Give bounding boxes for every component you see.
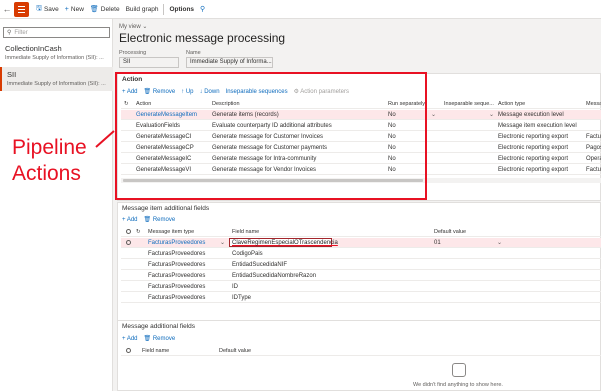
column-header[interactable]: Message item type — [145, 227, 225, 237]
chevron-down-icon[interactable]: ⌄ — [428, 110, 436, 120]
delete-button[interactable]: 🗑 Delete — [87, 0, 123, 19]
row-radio[interactable] — [123, 238, 133, 248]
search-icon[interactable]: ⚲ — [197, 0, 208, 19]
annotation-highlight-box — [115, 72, 427, 200]
add-button[interactable]: + Add — [122, 336, 138, 342]
add-button[interactable]: + Add — [122, 217, 138, 223]
name-field: Immediate Supply of Informa... — [186, 57, 273, 68]
table-row[interactable]: FacturasProveedores ID — [121, 282, 601, 292]
hamburger-menu-icon[interactable] — [14, 1, 29, 17]
remove-button[interactable]: 🗑 Remove — [144, 335, 176, 342]
grid-header: Field name Default value — [121, 346, 601, 356]
save-icon: 🖫 — [36, 4, 42, 12]
list-item[interactable]: CollectionInCash Immediate Supply of Inf… — [0, 41, 113, 65]
section-title: Message additional fields — [122, 323, 195, 330]
options-tab[interactable]: Options — [166, 0, 197, 19]
chevron-down-icon[interactable]: ⌄ — [486, 110, 494, 120]
field-name-input[interactable]: ClaveRegimenEspecialOTrascendencia — [229, 238, 338, 247]
save-button[interactable]: 🖫 Save — [33, 0, 62, 19]
chevron-down-icon[interactable]: ⌄ — [494, 238, 502, 248]
view-selector[interactable]: My view ⌄ — [119, 23, 147, 30]
page-title: Electronic message processing — [119, 31, 286, 45]
filter-input[interactable]: ⚲ Filter — [3, 27, 110, 38]
column-header[interactable]: Default value — [431, 227, 531, 237]
message-fields-toolbar: + Add 🗑 Remove — [122, 335, 176, 343]
column-header[interactable]: Inseparable seque... — [441, 99, 495, 109]
table-row[interactable]: FacturasProveedores IDType — [121, 293, 601, 303]
grid-header: ↻ Message item type Field name Default v… — [121, 227, 601, 237]
empty-state-text: We didn't find anything to show here. — [413, 382, 503, 388]
back-arrow-icon[interactable]: ← — [0, 0, 14, 19]
column-header[interactable]: Messa — [583, 99, 601, 109]
annotation-arrow-icon — [95, 130, 115, 148]
table-row[interactable]: FacturasProveedores ⌄ ClaveRegimenEspeci… — [121, 238, 601, 248]
trash-icon: 🗑 — [89, 6, 99, 13]
section-title: Message item additional fields — [122, 205, 210, 212]
column-header[interactable]: Action type — [495, 99, 583, 109]
refresh-icon[interactable]: ↻ — [133, 227, 143, 237]
select-all-radio[interactable] — [123, 227, 133, 237]
message-fields-section: Message additional fields + Add 🗑 Remove… — [117, 320, 601, 391]
search-icon: ⚲ — [7, 30, 12, 36]
empty-state-icon — [452, 363, 466, 377]
new-button[interactable]: + New — [62, 0, 87, 19]
table-row[interactable]: FacturasProveedores EntidadSucedidaNombr… — [121, 271, 601, 281]
item-fields-toolbar: + Add 🗑 Remove — [122, 216, 176, 224]
name-label: Name — [186, 50, 201, 56]
annotation-label: Pipeline Actions — [12, 136, 87, 185]
column-header[interactable]: Field name — [229, 227, 429, 237]
action-pane: ← 🖫 Save + New 🗑 Delete Build graph Options… — [0, 0, 601, 19]
record-list-pane: ⚲ Filter CollectionInCash Immediate Supp… — [0, 19, 113, 391]
chevron-down-icon[interactable]: ⌄ — [217, 238, 225, 248]
column-header[interactable]: Default value — [216, 346, 316, 356]
remove-button[interactable]: 🗑 Remove — [144, 216, 176, 223]
plus-icon: + — [64, 5, 69, 13]
processing-field: SII — [119, 57, 179, 68]
item-fields-section: Message item additional fields + Add 🗑 R… — [117, 202, 601, 330]
table-row[interactable]: FacturasProveedores EntidadSucedidaNIF — [121, 260, 601, 270]
processing-label: Processing — [119, 50, 147, 56]
build-graph-button[interactable]: Build graph — [123, 0, 162, 19]
column-header[interactable]: Field name — [139, 346, 209, 356]
table-row[interactable]: FacturasProveedores CodigoPais — [121, 249, 601, 259]
toolbar-divider — [163, 3, 165, 15]
list-item-selected[interactable]: SII Immediate Supply of Information (SII… — [0, 67, 113, 91]
select-all-radio[interactable] — [123, 346, 133, 356]
